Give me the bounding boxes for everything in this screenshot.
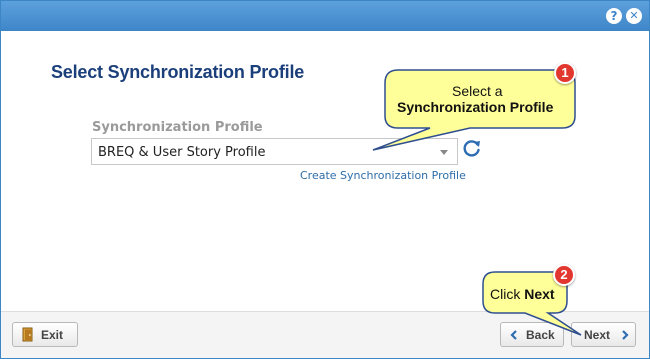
chevron-right-icon: [622, 330, 629, 340]
dropdown-arrow-icon: [440, 150, 448, 155]
exit-button-label: Exit: [41, 328, 64, 342]
exit-button[interactable]: Exit: [12, 322, 78, 347]
page-title: Select Synchronization Profile: [51, 62, 305, 82]
profile-field-label: Synchronization Profile: [92, 120, 263, 135]
close-icon[interactable]: ✕: [626, 8, 642, 24]
profile-select[interactable]: BREQ & User Story Profile: [91, 138, 458, 165]
back-button[interactable]: Back: [500, 322, 564, 347]
next-button-label: Next: [584, 328, 611, 342]
chevron-left-icon: [510, 330, 517, 340]
profile-select-value: BREQ & User Story Profile: [98, 145, 266, 160]
exit-door-icon: [22, 327, 33, 342]
next-button[interactable]: Next: [571, 322, 636, 347]
dialog-titlebar: ? ✕: [1, 1, 649, 31]
help-icon[interactable]: ?: [606, 8, 622, 24]
create-profile-link[interactable]: Create Synchronization Profile: [300, 169, 466, 182]
sync-profile-dialog: ? ✕ Select Synchronization Profile Synch…: [0, 0, 650, 359]
refresh-icon[interactable]: [462, 138, 482, 158]
back-button-label: Back: [526, 328, 555, 342]
